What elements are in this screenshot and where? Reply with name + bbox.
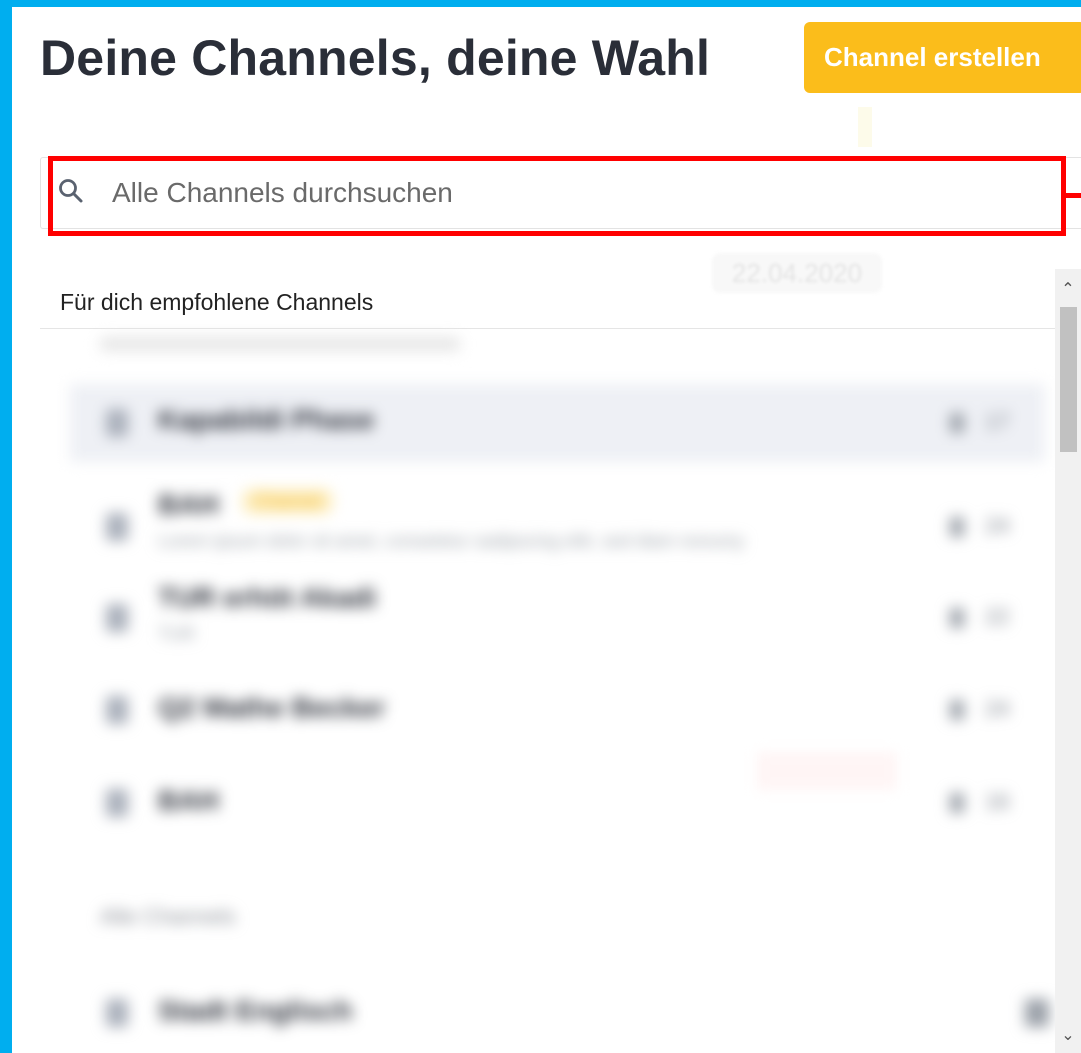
channel-icon (106, 789, 128, 817)
member-icon (950, 793, 964, 813)
search-highlight-callout (1066, 193, 1081, 198)
channel-name: Kapabildi Phase (158, 404, 375, 435)
channel-name: Q2 Mathe Becker (158, 692, 386, 723)
member-count: 24 (985, 513, 1010, 538)
member-icon (950, 413, 964, 433)
page-title: Deine Channels, deine Wahl (40, 30, 711, 86)
channel-browser-panel: Deine Channels, deine Wahl Channel erste… (12, 7, 1081, 1053)
channel-row[interactable]: Kapabildi Phase 17 (70, 384, 1045, 462)
channel-row[interactable]: TUR erhöt Akadi TUR 22 (70, 574, 1045, 654)
channel-icon (106, 999, 128, 1027)
channel-list: Kapabildi Phase 17 BAH Channel Lorem ips… (40, 329, 1055, 1053)
scroll-up-arrow-icon[interactable]: ⌃ (1055, 277, 1081, 303)
channel-row[interactable]: Q2 Mathe Becker 24 (70, 674, 1045, 744)
create-channel-button[interactable]: Channel erstellen (804, 22, 1081, 93)
channel-icon (106, 513, 128, 541)
list-ghost-text (100, 337, 460, 351)
background-date: 22.04.2020 (712, 253, 882, 293)
channel-name: BAH (158, 785, 219, 816)
channel-name: Stadt Englisch (158, 995, 353, 1026)
channel-row[interactable]: Stadt Englisch (70, 979, 1049, 1049)
channel-name: TUR erhöt Akadi (158, 582, 377, 613)
scrollbar[interactable]: ⌃ ⌄ (1055, 269, 1081, 1053)
member-count: 22 (985, 604, 1010, 629)
member-count: 17 (985, 409, 1010, 434)
channel-row[interactable]: BAH Channel Lorem ipsum dolor sit amet, … (70, 479, 1045, 571)
background-shape (757, 752, 897, 790)
member-icon (950, 700, 964, 720)
member-icon (950, 608, 964, 628)
channel-icon (106, 696, 128, 724)
search-icon (59, 179, 83, 203)
search-input[interactable] (110, 172, 1014, 214)
member-icon (950, 517, 964, 537)
channel-name: BAH (158, 489, 219, 520)
all-channels-section-header: Alle Channels (100, 904, 236, 929)
join-icon (1025, 999, 1049, 1027)
channel-row[interactable]: BAH 16 (70, 769, 1045, 839)
member-count: 16 (985, 789, 1010, 814)
member-count: 24 (985, 696, 1010, 721)
recommended-section-header: Für dich empfohlene Channels (60, 289, 374, 315)
channel-icon (106, 409, 128, 437)
scrollbar-thumb[interactable] (1060, 307, 1077, 452)
background-shape (858, 107, 872, 147)
channel-description: TUR (158, 624, 195, 644)
channel-badge: Channel (242, 489, 334, 514)
channel-icon (106, 604, 128, 632)
scroll-down-arrow-icon[interactable]: ⌄ (1055, 1023, 1081, 1049)
channel-description: Lorem ipsum dolor sit amet, consetetur s… (158, 531, 745, 551)
